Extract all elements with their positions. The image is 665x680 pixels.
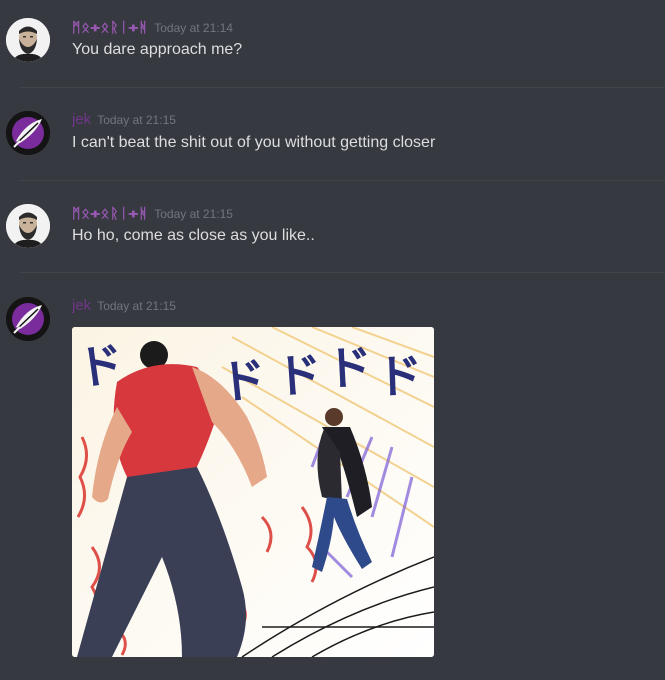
jojo-approach-meme-image[interactable]: ド ド ド ド ド <box>72 327 434 657</box>
message-header: ᛗᛟᚐᛟᚱᛁᚐᚻ Today at 21:14 <box>72 18 233 37</box>
svg-text:ド: ド <box>325 340 374 396</box>
bearded-man-avatar[interactable] <box>6 204 50 248</box>
svg-text:ド: ド <box>375 348 423 404</box>
username[interactable]: ᛗᛟᚐᛟᚱᛁᚐᚻ <box>72 19 148 35</box>
username[interactable]: jek <box>72 297 91 314</box>
message-text: I can't beat the shit out of you without… <box>72 134 436 151</box>
message-divider <box>20 272 665 273</box>
username[interactable]: jek <box>72 111 91 128</box>
purple-feather-avatar[interactable] <box>6 297 50 341</box>
timestamp: Today at 21:15 <box>154 207 233 221</box>
timestamp: Today at 21:14 <box>154 21 233 35</box>
message-text: Ho ho, come as close as you like.. <box>72 227 315 244</box>
chat-log: ᛗᛟᚐᛟᚱᛁᚐᚻ Today at 21:14 You dare approach… <box>0 0 665 680</box>
message-divider <box>20 180 665 181</box>
message-header: jek Today at 21:15 <box>72 297 176 315</box>
timestamp: Today at 21:15 <box>97 299 176 313</box>
svg-text:ド: ド <box>274 347 324 404</box>
purple-feather-avatar[interactable] <box>6 111 50 155</box>
message-header: jek Today at 21:15 <box>72 111 176 129</box>
message-text: You dare approach me? <box>72 41 243 58</box>
timestamp: Today at 21:15 <box>97 113 176 127</box>
bearded-man-avatar[interactable] <box>6 18 50 62</box>
message-divider <box>20 87 665 88</box>
message-header: ᛗᛟᚐᛟᚱᛁᚐᚻ Today at 21:15 <box>72 204 233 223</box>
username[interactable]: ᛗᛟᚐᛟᚱᛁᚐᚻ <box>72 205 148 221</box>
